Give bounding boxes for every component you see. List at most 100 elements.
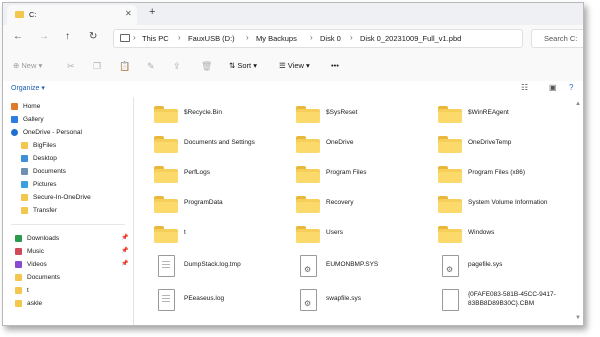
sidebar-item-documents-folder[interactable]: Documents <box>3 272 133 284</box>
item-name: $WinREAgent <box>468 109 509 116</box>
sidebar-item-bigfiles[interactable]: BigFiles <box>3 140 133 152</box>
sidebar-item-downloads[interactable]: Downloads 📌 <box>3 233 133 245</box>
pin-icon[interactable]: 📌 <box>121 234 128 241</box>
breadcrumb-separator: › <box>178 33 181 42</box>
folder-item[interactable]: System Volume Information <box>438 191 578 217</box>
file-item[interactable]: ⚙ EUMONBMP.SYS <box>296 253 436 279</box>
details-view-icon[interactable]: ☷ <box>521 83 528 92</box>
sidebar-item-music[interactable]: Music 📌 <box>3 246 133 258</box>
navigation-pane: Home Gallery OneDrive - Personal BigFile… <box>3 97 134 325</box>
sidebar-item-transfer[interactable]: Transfer <box>3 205 133 217</box>
folder-icon <box>296 135 320 153</box>
home-icon <box>11 103 18 110</box>
folder-item[interactable]: Recovery <box>296 191 436 217</box>
folder-icon <box>438 225 462 243</box>
folder-icon <box>438 135 462 153</box>
scroll-down-icon[interactable]: ▼ <box>575 315 581 321</box>
sidebar-item-videos[interactable]: Videos 📌 <box>3 259 133 271</box>
item-name: Windows <box>468 229 495 236</box>
more-options-button[interactable]: ••• <box>331 61 339 70</box>
sidebar-item-pictures[interactable]: Pictures <box>3 179 133 191</box>
folder-icon <box>438 195 462 213</box>
organize-button[interactable]: Organize ▾ <box>11 84 45 92</box>
back-button[interactable]: ← <box>13 31 23 42</box>
gallery-icon <box>11 116 18 123</box>
preview-pane-icon[interactable]: ▣ <box>549 83 557 92</box>
folder-item[interactable]: OneDriveTemp <box>438 131 578 157</box>
sidebar-item-home[interactable]: Home <box>3 101 133 113</box>
sidebar-item-gallery[interactable]: Gallery <box>3 114 133 126</box>
sidebar-item-label: t <box>27 287 29 294</box>
item-name: swapfile.sys <box>326 295 362 302</box>
new-tab-button[interactable]: + <box>149 6 155 18</box>
pin-icon[interactable]: 📌 <box>121 260 128 267</box>
folder-icon <box>154 165 178 183</box>
sidebar-item-documents[interactable]: Documents <box>3 166 133 178</box>
paste-icon[interactable]: 📋 <box>119 61 130 72</box>
folder-item[interactable]: Program Files (x86) <box>438 161 578 187</box>
sidebar-item-desktop[interactable]: Desktop <box>3 153 133 165</box>
search-box[interactable]: Search C: <box>531 29 583 48</box>
folder-item[interactable]: $Recycle.Bin <box>154 101 294 127</box>
new-button[interactable]: ⊕ New ▾ <box>13 61 42 70</box>
cut-icon[interactable]: ✂ <box>67 61 75 72</box>
tab-c-drive[interactable]: C: ✕ <box>7 5 137 25</box>
sidebar-item-onedrive[interactable]: OneDrive - Personal <box>3 127 133 139</box>
folder-icon <box>15 11 24 18</box>
breadcrumb-separator: › <box>246 33 249 42</box>
sidebar-divider <box>11 224 125 225</box>
view-button[interactable]: ☰ View ▾ <box>279 61 310 70</box>
address-bar[interactable]: › This PC › FauxUSB (D:) › My Backups › … <box>113 29 523 48</box>
folder-item[interactable]: PerfLogs <box>154 161 294 187</box>
folder-item[interactable]: Users <box>296 221 436 247</box>
command-bar: ⊕ New ▾ ✂ ❐ 📋 ✎ ⇪ 🗑 ⇅ Sort ▾ ☰ View ▾ ••… <box>3 51 583 82</box>
item-name: $Recycle.Bin <box>184 109 222 116</box>
share-icon[interactable]: ⇪ <box>173 61 181 72</box>
file-item[interactable]: ⚙ pagefile.sys <box>438 253 578 279</box>
pin-icon[interactable]: 📌 <box>121 247 128 254</box>
folder-item[interactable]: OneDrive <box>296 131 436 157</box>
rename-icon[interactable]: ✎ <box>147 61 155 72</box>
breadcrumb-my-backups[interactable]: My Backups <box>256 34 297 43</box>
sidebar-item-label: Music <box>27 248 44 255</box>
folder-icon <box>296 225 320 243</box>
folder-item[interactable]: Program Files <box>296 161 436 187</box>
folder-item[interactable]: $SysReset <box>296 101 436 127</box>
folder-item[interactable]: t <box>154 221 294 247</box>
folder-item[interactable]: Documents and Settings <box>154 131 294 157</box>
scroll-up-icon[interactable]: ▲ <box>575 101 581 107</box>
forward-button[interactable]: → <box>39 31 49 42</box>
sidebar-item-secure-in-onedrive[interactable]: Secure-In-OneDrive <box>3 192 133 204</box>
system-file-icon: ⚙ <box>300 255 317 277</box>
folder-item[interactable]: Windows <box>438 221 578 247</box>
breadcrumb-disk-0[interactable]: Disk 0 <box>320 34 341 43</box>
breadcrumb-this-pc[interactable]: This PC <box>142 34 169 43</box>
sort-button[interactable]: ⇅ Sort ▾ <box>229 61 257 70</box>
help-icon[interactable]: ? <box>569 83 573 92</box>
documents-icon <box>21 168 28 175</box>
folder-item[interactable]: ProgramData <box>154 191 294 217</box>
system-file-icon: ⚙ <box>300 289 317 311</box>
breadcrumb-backup-file[interactable]: Disk 0_20231009_Full_v1.pbd <box>360 34 461 43</box>
sidebar-item-label: Documents <box>27 274 60 281</box>
vertical-scrollbar[interactable]: ▲ ▼ <box>575 101 581 321</box>
up-button[interactable]: ↑ <box>65 31 70 42</box>
sidebar-item-label: Home <box>23 103 41 110</box>
file-item[interactable]: {0FAFE083-581B-45CC-9417-83BB8D89B30C}.C… <box>438 287 578 313</box>
breadcrumb-fauxusb[interactable]: FauxUSB (D:) <box>188 34 235 43</box>
close-tab-icon[interactable]: ✕ <box>125 9 132 18</box>
sidebar-item-t[interactable]: t <box>3 285 133 297</box>
copy-icon[interactable]: ❐ <box>93 61 101 72</box>
folder-item[interactable]: $WinREAgent <box>438 101 578 127</box>
file-item[interactable]: DumpStack.log.tmp <box>154 253 294 279</box>
item-name: Documents and Settings <box>184 139 255 146</box>
file-item[interactable]: PEeaseus.log <box>154 287 294 313</box>
generic-file-icon <box>442 289 459 311</box>
sidebar-item-askle[interactable]: askle <box>3 298 133 310</box>
refresh-button[interactable]: ↻ <box>89 31 97 42</box>
file-item[interactable]: ⚙ swapfile.sys <box>296 287 436 313</box>
delete-icon[interactable]: 🗑 <box>201 61 212 72</box>
system-file-icon: ⚙ <box>442 255 459 277</box>
folder-icon <box>15 300 22 307</box>
sidebar-item-label: Gallery <box>23 116 44 123</box>
